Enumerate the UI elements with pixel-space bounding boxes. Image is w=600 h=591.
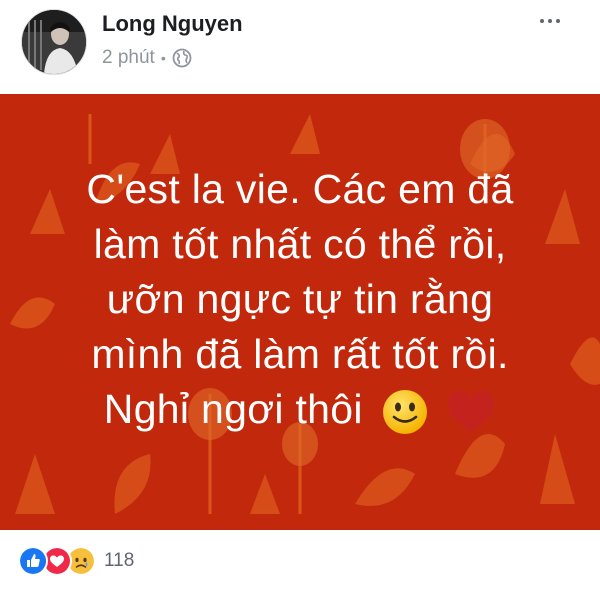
- more-horizontal-icon: [540, 19, 544, 23]
- post-text-line: Nghỉ ngơi thôi: [103, 386, 363, 432]
- post-header: Long Nguyen 2 phút •: [0, 0, 600, 94]
- post-footer: 118: [0, 530, 600, 591]
- post-banner: C'est la vie. Các em đã làm tốt nhất có …: [0, 94, 600, 530]
- post-timestamp[interactable]: 2 phút: [102, 47, 155, 69]
- post-text-last-line: Nghỉ ngơi thôi: [0, 382, 600, 437]
- meta-separator: •: [160, 50, 166, 66]
- slightly-smiling-face-icon: [382, 390, 427, 435]
- avatar-photo: [22, 10, 86, 74]
- globe-icon[interactable]: [172, 48, 192, 68]
- reaction-count: 118: [104, 550, 135, 571]
- like-icon: [18, 546, 48, 576]
- reactions-summary[interactable]: 118: [18, 546, 134, 576]
- red-heart-icon: [448, 391, 495, 433]
- post-text-line: làm tốt nhất có thể rồi,: [93, 221, 507, 267]
- post-text-line: ưỡn ngực tự tin rằng: [106, 276, 494, 322]
- post-text-line: mình đã làm rất tốt rồi.: [91, 331, 509, 377]
- more-options-button[interactable]: [530, 6, 570, 36]
- post-meta: 2 phút •: [102, 47, 192, 69]
- post-text: C'est la vie. Các em đã làm tốt nhất có …: [0, 162, 600, 437]
- author-name[interactable]: Long Nguyen: [102, 11, 243, 37]
- post-text-line: C'est la vie. Các em đã: [86, 166, 514, 212]
- avatar[interactable]: [21, 9, 87, 75]
